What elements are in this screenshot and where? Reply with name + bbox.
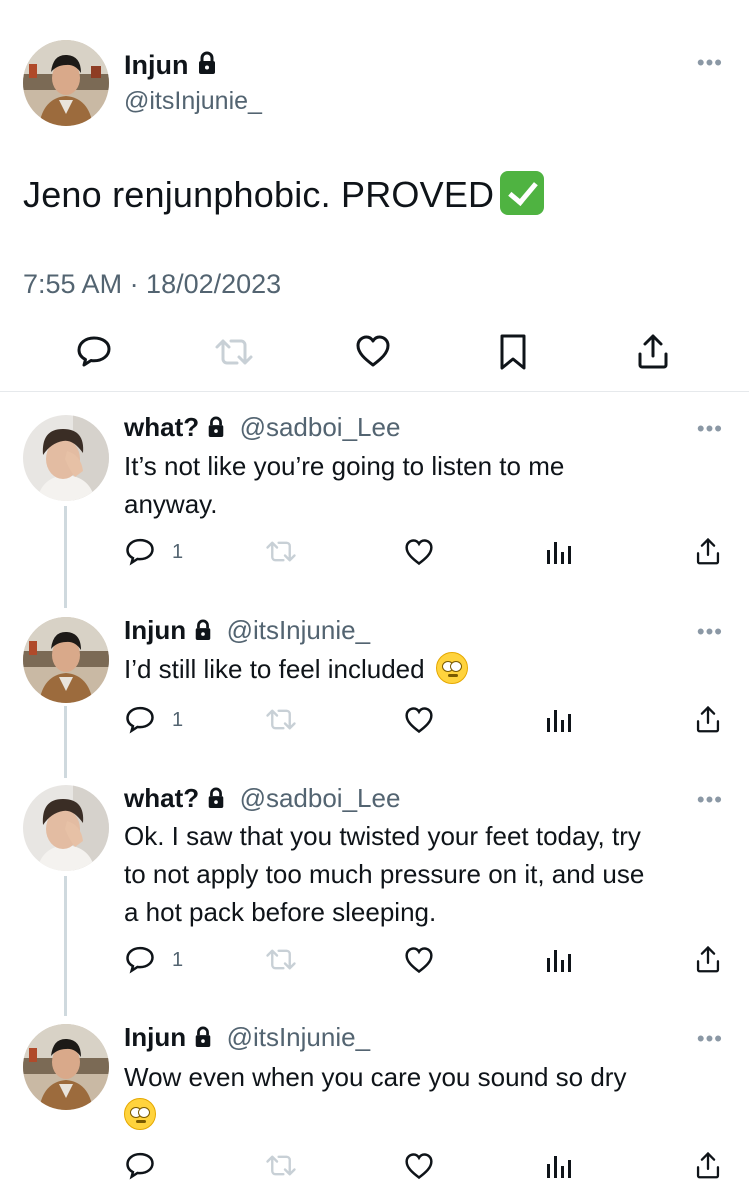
main-action-bar: [0, 330, 749, 374]
retweet-icon: [265, 706, 297, 738]
reply-count: 1: [172, 541, 184, 563]
share-icon[interactable]: [695, 944, 721, 979]
check-mark-emoji-icon: [500, 171, 545, 215]
reply-text-line: Wow even when you care you sound so dry: [124, 1062, 627, 1092]
reply-text-line: Ok. I saw that you twisted your feet tod…: [124, 821, 641, 851]
tweet-text: Jeno renjunphobic. PROVED: [23, 171, 545, 216]
analytics-icon[interactable]: [545, 538, 571, 571]
author-name[interactable]: what?: [124, 783, 199, 813]
lock-icon: [193, 617, 213, 648]
avatar-injun[interactable]: [23, 617, 109, 703]
share-icon[interactable]: [695, 536, 721, 571]
reply-count: 1: [172, 949, 184, 971]
lock-icon: [196, 51, 218, 82]
bookmark-icon[interactable]: [498, 333, 528, 376]
like-icon[interactable]: [355, 334, 391, 373]
reply-icon[interactable]: [125, 944, 155, 979]
more-options-icon[interactable]: •••: [697, 52, 723, 74]
like-icon[interactable]: [404, 946, 434, 979]
reply-text: Ok. I saw that you twisted your feet tod…: [124, 817, 724, 931]
retweet-icon: [265, 538, 297, 570]
share-icon[interactable]: [695, 1150, 721, 1185]
more-options-icon[interactable]: •••: [697, 418, 723, 440]
retweet-icon: [265, 1152, 297, 1184]
reply-icon[interactable]: [125, 536, 155, 571]
author-handle[interactable]: @itsInjunie_: [227, 615, 370, 645]
lock-icon: [206, 414, 226, 445]
like-icon[interactable]: [404, 706, 434, 739]
reply-text-line: a hot pack before sleeping.: [124, 897, 437, 927]
author-name[interactable]: what?: [124, 412, 199, 442]
retweet-icon: [265, 946, 297, 978]
reply-action-bar: 1: [0, 704, 749, 734]
reply-text-line: to not apply too much pressure on it, an…: [124, 859, 645, 889]
analytics-icon[interactable]: [545, 1152, 571, 1185]
reply-text-line: anyway.: [124, 489, 218, 519]
share-icon[interactable]: [695, 704, 721, 739]
reply-text-line: I’d still like to feel included: [124, 654, 425, 684]
retweet-icon: [214, 335, 254, 374]
author-name[interactable]: Injun: [124, 50, 188, 80]
analytics-icon[interactable]: [545, 946, 571, 979]
tweet-text-content: Jeno renjunphobic. PROVED: [23, 174, 495, 215]
tweet-timestamp[interactable]: 7:55 AM · 18/02/2023: [23, 269, 281, 300]
more-options-icon[interactable]: •••: [697, 621, 723, 643]
analytics-icon[interactable]: [545, 706, 571, 739]
avatar-injun[interactable]: [23, 40, 109, 126]
author-handle[interactable]: @itsInjunie_: [124, 87, 262, 116]
reply-icon[interactable]: [76, 333, 112, 374]
reply-text: Wow even when you care you sound so dry: [124, 1058, 724, 1134]
author-name[interactable]: Injun: [124, 1022, 186, 1052]
like-icon[interactable]: [404, 538, 434, 571]
reply-action-bar: [0, 1150, 749, 1180]
avatar-injun[interactable]: [23, 1024, 109, 1110]
reply-text: I’d still like to feel included: [124, 650, 724, 688]
reply-text: It’s not like you’re going to listen to …: [124, 447, 724, 523]
face-with-rolling-eyes-emoji-icon: [435, 652, 468, 684]
lock-icon: [206, 785, 226, 816]
like-icon[interactable]: [404, 1152, 434, 1185]
more-options-icon[interactable]: •••: [697, 789, 723, 811]
author-handle[interactable]: @sadboi_Lee: [240, 783, 401, 813]
divider: [0, 391, 749, 392]
avatar-sadboi[interactable]: [23, 785, 109, 871]
reply-count: 1: [172, 709, 184, 731]
author-handle[interactable]: @itsInjunie_: [227, 1022, 370, 1052]
reply-icon[interactable]: [125, 1150, 155, 1185]
reply-action-bar: 1: [0, 944, 749, 974]
share-icon[interactable]: [636, 332, 670, 375]
reply-text-line: It’s not like you’re going to listen to …: [124, 451, 565, 481]
author-name[interactable]: Injun: [124, 615, 186, 645]
author-handle[interactable]: @sadboi_Lee: [240, 412, 401, 442]
lock-icon: [193, 1024, 213, 1055]
avatar-sadboi[interactable]: [23, 415, 109, 501]
more-options-icon[interactable]: •••: [697, 1028, 723, 1050]
reply-action-bar: 1: [0, 536, 749, 566]
face-with-rolling-eyes-emoji-icon: [124, 1098, 156, 1130]
reply-icon[interactable]: [125, 704, 155, 739]
